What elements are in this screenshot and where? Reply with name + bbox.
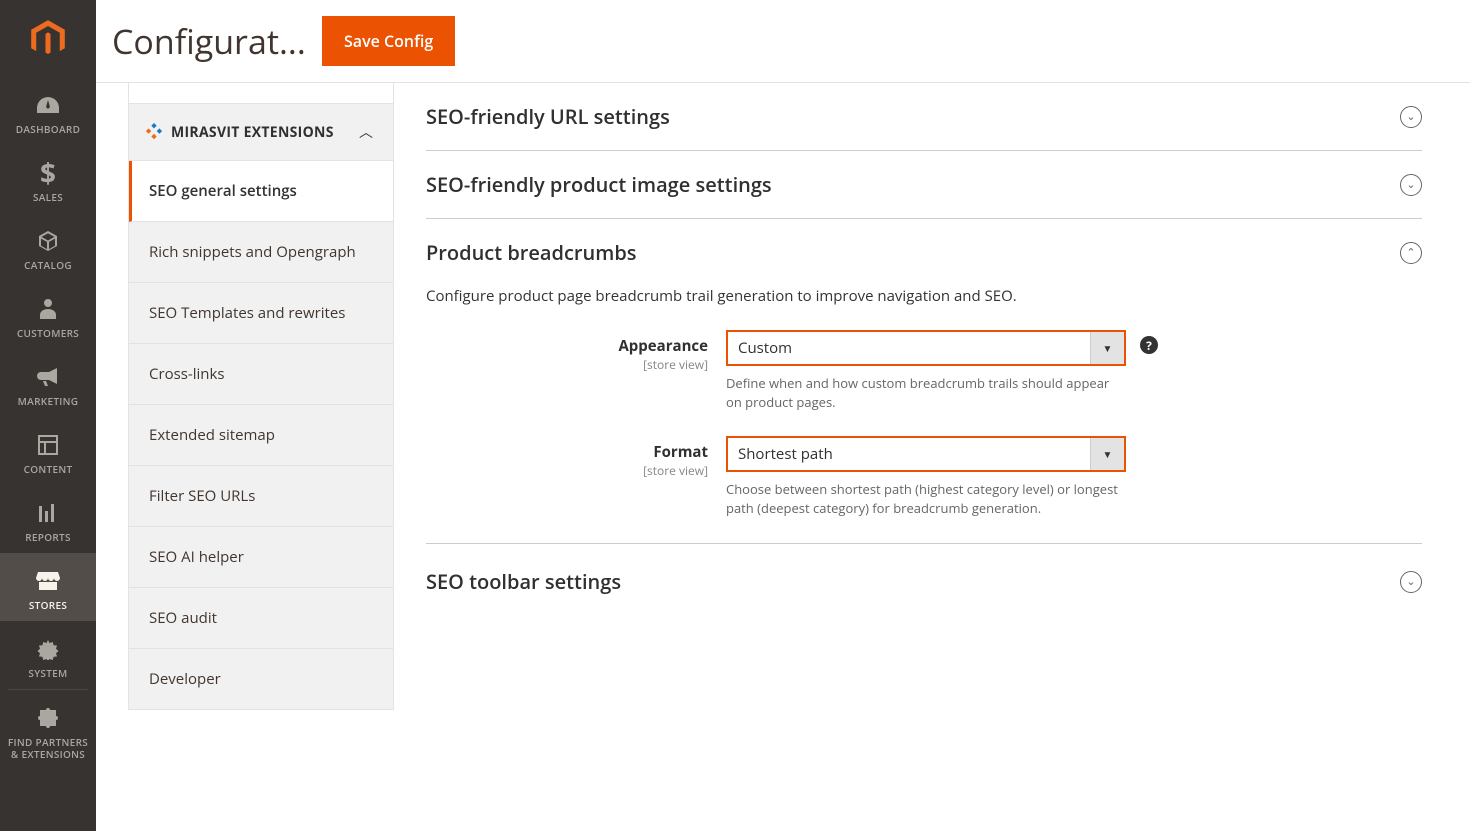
breadcrumbs-fields: Appearance [store view] Custom ▼ Define …	[426, 330, 1422, 544]
main-content: Configurat... Save Config MIRASVIT EXTEN…	[96, 0, 1470, 831]
page-header: Configurat... Save Config	[96, 0, 1470, 83]
mirasvit-icon	[145, 123, 163, 141]
chevron-up-circle-icon: ⌃	[1400, 242, 1422, 264]
magento-logo[interactable]	[0, 0, 96, 77]
config-sidebar: MIRASVIT EXTENSIONS ︿ SEO general settin…	[96, 83, 394, 831]
box-icon	[4, 227, 92, 255]
config-item-extended-sitemap[interactable]: Extended sitemap	[129, 405, 393, 466]
appearance-select[interactable]: Custom ▼	[726, 330, 1126, 366]
field-label: Appearance	[426, 336, 708, 356]
select-value: Shortest path	[728, 438, 1090, 470]
section-toolbar[interactable]: SEO toolbar settings ⌄	[426, 548, 1422, 615]
nav-label: FIND PARTNERS & EXTENSIONS	[4, 736, 92, 760]
section-breadcrumbs[interactable]: Product breadcrumbs ⌃	[426, 219, 1422, 286]
content-wrap: MIRASVIT EXTENSIONS ︿ SEO general settin…	[96, 83, 1470, 831]
nav-label: STORES	[4, 599, 92, 611]
layout-icon	[4, 431, 92, 459]
nav-label: CATALOG	[4, 259, 92, 271]
magento-logo-icon	[27, 18, 69, 60]
config-items-list: SEO general settings Rich snippets and O…	[128, 161, 394, 710]
nav-label: SALES	[4, 191, 92, 203]
config-item-seo-ai-helper[interactable]: SEO AI helper	[129, 527, 393, 588]
section-description: Configure product page breadcrumb trail …	[426, 286, 1422, 330]
nav-label: SYSTEM	[4, 667, 92, 679]
settings-panel: SEO-friendly URL settings ⌄ SEO-friendly…	[394, 83, 1470, 831]
chevron-down-circle-icon: ⌄	[1400, 106, 1422, 128]
section-title: SEO-friendly URL settings	[426, 103, 670, 130]
store-icon	[4, 567, 92, 595]
dashboard-icon	[4, 91, 92, 119]
chevron-down-circle-icon: ⌄	[1400, 571, 1422, 593]
chevron-up-icon: ︿	[359, 122, 373, 142]
nav-customers[interactable]: CUSTOMERS	[0, 281, 96, 349]
nav-catalog[interactable]: CATALOG	[0, 213, 96, 281]
dollar-icon: $	[4, 159, 92, 187]
field-appearance: Appearance [store view] Custom ▼ Define …	[426, 330, 1422, 412]
config-item-cross-links[interactable]: Cross-links	[129, 344, 393, 405]
select-value: Custom	[728, 332, 1090, 364]
field-help-text: Define when and how custom breadcrumb tr…	[726, 374, 1126, 412]
config-item-seo-templates[interactable]: SEO Templates and rewrites	[129, 283, 393, 344]
chevron-down-circle-icon: ⌄	[1400, 174, 1422, 196]
config-group-title: MIRASVIT EXTENSIONS	[171, 123, 334, 142]
nav-find-partners[interactable]: FIND PARTNERS & EXTENSIONS	[0, 690, 96, 770]
dropdown-arrow-icon: ▼	[1090, 332, 1124, 364]
save-config-button[interactable]: Save Config	[322, 16, 455, 66]
config-item-developer[interactable]: Developer	[129, 649, 393, 709]
person-icon	[4, 295, 92, 323]
admin-sidebar: DASHBOARD $ SALES CATALOG CUSTOMERS MARK…	[0, 0, 96, 831]
section-seo-image[interactable]: SEO-friendly product image settings ⌄	[426, 151, 1422, 219]
section-title: Product breadcrumbs	[426, 239, 637, 266]
nav-label: DASHBOARD	[4, 123, 92, 135]
nav-system[interactable]: SYSTEM	[0, 621, 96, 689]
nav-dashboard[interactable]: DASHBOARD	[0, 77, 96, 145]
chart-icon	[4, 499, 92, 527]
puzzle-icon	[4, 704, 92, 732]
nav-marketing[interactable]: MARKETING	[0, 349, 96, 417]
section-seo-url[interactable]: SEO-friendly URL settings ⌄	[426, 83, 1422, 151]
nav-sales[interactable]: $ SALES	[0, 145, 96, 213]
field-label: Format	[426, 442, 708, 462]
nav-label: REPORTS	[4, 531, 92, 543]
nav-label: CUSTOMERS	[4, 327, 92, 339]
field-scope: [store view]	[426, 356, 708, 373]
config-item-seo-general[interactable]: SEO general settings	[129, 161, 393, 222]
config-item-rich-snippets[interactable]: Rich snippets and Opengraph	[129, 222, 393, 283]
dropdown-arrow-icon: ▼	[1090, 438, 1124, 470]
field-scope: [store view]	[426, 462, 708, 479]
config-item-filter-seo-urls[interactable]: Filter SEO URLs	[129, 466, 393, 527]
section-title: SEO toolbar settings	[426, 568, 621, 595]
nav-label: MARKETING	[4, 395, 92, 407]
megaphone-icon	[4, 363, 92, 391]
nav-reports[interactable]: REPORTS	[0, 485, 96, 553]
page-title: Configurat...	[112, 18, 318, 64]
config-item-seo-audit[interactable]: SEO audit	[129, 588, 393, 649]
gear-icon	[4, 635, 92, 663]
help-tooltip-icon[interactable]: ?	[1140, 336, 1158, 354]
format-select[interactable]: Shortest path ▼	[726, 436, 1126, 472]
nav-stores[interactable]: STORES	[0, 553, 96, 621]
field-format: Format [store view] Shortest path ▼ Choo…	[426, 436, 1422, 518]
field-help-text: Choose between shortest path (highest ca…	[726, 480, 1126, 518]
nav-content[interactable]: CONTENT	[0, 417, 96, 485]
section-title: SEO-friendly product image settings	[426, 171, 772, 198]
nav-label: CONTENT	[4, 463, 92, 475]
config-group-mirasvit[interactable]: MIRASVIT EXTENSIONS ︿	[128, 103, 394, 161]
